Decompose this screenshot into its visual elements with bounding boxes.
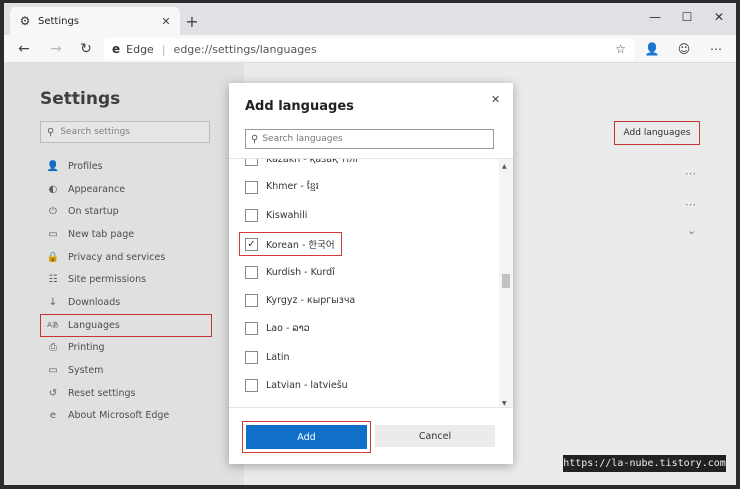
profile-icon[interactable]: 👤 (642, 39, 662, 59)
search-icon: ⚲ (251, 133, 259, 145)
language-option-wrap[interactable]: Khmer - ខ្មែរ (240, 176, 325, 198)
checkbox[interactable] (245, 379, 258, 393)
language-option[interactable]: Kyrgyz - кыргызча (229, 286, 499, 314)
language-search-input[interactable]: ⚲ Search languages (245, 129, 494, 149)
language-option-wrap[interactable]: Kazakh - қазақ тілі (240, 158, 364, 170)
address-bar[interactable]: e Edge | edge://settings/languages ☆ (104, 38, 634, 60)
dialog-title: Add languages (245, 99, 354, 114)
language-option[interactable]: Lao - ລາວ (229, 315, 499, 343)
scrollbar-thumb[interactable] (502, 274, 510, 288)
checkbox[interactable] (245, 322, 258, 336)
language-label: Korean - 한국어 (266, 240, 335, 252)
favorite-star-icon[interactable]: ☆ (615, 42, 626, 56)
language-option[interactable]: Khmer - ខ្មែរ (229, 173, 499, 201)
scrollbar[interactable]: ▲ ▼ (499, 159, 513, 407)
new-tab-button[interactable]: + (182, 11, 202, 31)
minimize-button[interactable]: — (640, 7, 670, 27)
tab-bar: ⚙ Settings ✕ + — ☐ ✕ (4, 3, 736, 35)
scroll-down-icon[interactable]: ▼ (502, 400, 507, 407)
language-label: Latin (266, 351, 290, 363)
language-option[interactable]: Kurdish - Kurdî (229, 258, 499, 286)
checkbox-checked[interactable]: ✓ (245, 237, 258, 251)
language-option[interactable]: Kiswahili (229, 202, 499, 230)
language-label: Khmer - ខ្មែរ (266, 181, 319, 193)
gear-icon: ⚙ (19, 14, 31, 28)
close-tab-icon[interactable]: ✕ (158, 13, 174, 29)
language-option[interactable]: Latvian - latviešu (229, 371, 499, 399)
checkbox[interactable] (245, 294, 258, 308)
language-option-wrap[interactable]: Latin (240, 347, 296, 368)
close-window-button[interactable]: ✕ (704, 7, 734, 27)
checkbox[interactable] (245, 350, 258, 364)
maximize-button[interactable]: ☐ (672, 7, 702, 27)
watermark: https://la-nube.tistory.com (563, 455, 726, 472)
language-label: Lao - ລາວ (266, 323, 310, 335)
refresh-button[interactable]: ↻ (76, 39, 96, 59)
emoji-feedback-icon[interactable]: ☺ (674, 39, 694, 59)
more-menu-icon[interactable]: ⋯ (706, 39, 726, 59)
edge-icon: e (112, 42, 121, 56)
checkbox[interactable] (245, 180, 258, 194)
language-label: Latvian - latviešu (266, 380, 348, 392)
checkbox[interactable] (245, 159, 258, 166)
language-option[interactable]: Kazakh - қазақ тілі (229, 158, 499, 173)
address-separator: | (161, 42, 166, 56)
language-option-wrap[interactable]: Kyrgyz - кыргызча (240, 290, 361, 311)
language-list: Kazakh - қазақ тілі Khmer - ខ្មែរ Kiswahil… (229, 158, 513, 408)
add-languages-dialog: Add languages ✕ ⚲ Search languages Kazak… (229, 83, 513, 464)
add-button[interactable]: Add (242, 421, 371, 453)
tab-title: Settings (38, 15, 80, 27)
language-option-wrap[interactable]: Kurdish - Kurdî (240, 262, 341, 283)
language-option-wrap[interactable]: Kiswahili (240, 205, 313, 226)
address-brand: Edge (126, 42, 154, 56)
language-label: Kiswahili (266, 210, 308, 222)
language-search-placeholder: Search languages (262, 134, 343, 144)
checkbox[interactable] (245, 265, 258, 279)
language-label: Kazakh - қазақ тілі (266, 158, 358, 165)
back-button[interactable]: ← (14, 39, 34, 59)
close-icon[interactable]: ✕ (491, 93, 500, 106)
language-label: Kurdish - Kurdî (266, 266, 335, 278)
forward-button[interactable]: → (46, 39, 66, 59)
cancel-button[interactable]: Cancel (375, 425, 495, 447)
tab-settings[interactable]: ⚙ Settings ✕ (10, 7, 180, 35)
language-label: Kyrgyz - кыргызча (266, 295, 356, 307)
add-button-label: Add (246, 425, 367, 449)
dialog-footer: Add Cancel (229, 409, 513, 464)
language-option[interactable]: ✓ Korean - 한국어 (229, 230, 499, 258)
address-url[interactable]: edge://settings/languages (174, 43, 317, 56)
address-toolbar: ← → ↻ e Edge | edge://settings/languages… (4, 35, 736, 63)
language-option-wrap[interactable]: ✓ Korean - 한국어 (239, 232, 342, 257)
language-option[interactable]: Latin (229, 343, 499, 371)
checkbox[interactable] (245, 209, 258, 223)
scroll-up-icon[interactable]: ▲ (502, 163, 507, 170)
language-option-wrap[interactable]: Lao - ລາວ (240, 318, 316, 339)
language-option-wrap[interactable]: Latvian - latviešu (240, 375, 354, 396)
